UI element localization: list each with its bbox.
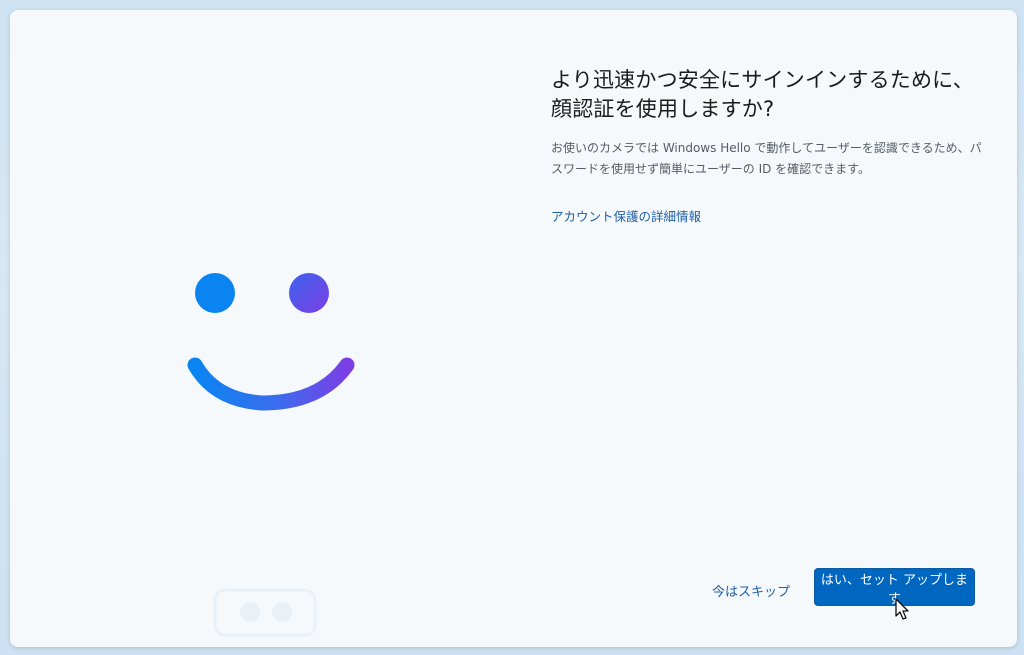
account-protection-link[interactable]: アカウント保護の詳細情報 [551,206,701,225]
skip-button[interactable]: 今はスキップ [697,573,805,607]
description-text: お使いのカメラでは Windows Hello で動作してユーザーを認識できるた… [551,141,982,176]
smile-mouth-icon [187,357,355,411]
left-eye-icon [195,273,235,313]
page-title: より迅速かつ安全にサインインするために、顔認証を使用しますか? [551,68,974,121]
watermark-icon [213,588,317,637]
windows-hello-smile-icon [187,273,355,411]
right-eye-icon [289,273,329,313]
mouse-pointer-icon [895,598,909,620]
face-setup-dialog: より迅速かつ安全にサインインするために、顔認証を使用しますか? お使いのカメラで… [10,10,1017,647]
content-pane: より迅速かつ安全にサインインするために、顔認証を使用しますか? お使いのカメラで… [551,66,991,225]
